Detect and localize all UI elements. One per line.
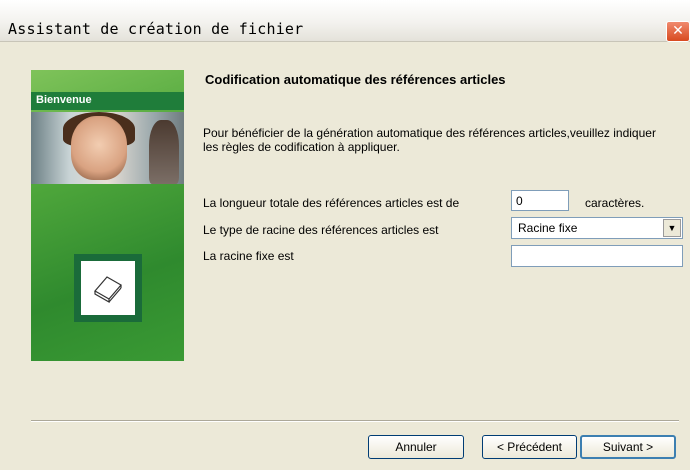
root-type-label: Le type de racine des références article… (203, 223, 439, 237)
page-description: Pour bénéficier de la génération automat… (203, 126, 656, 154)
next-button[interactable]: Suivant > (580, 435, 676, 459)
previous-button[interactable]: < Précédent (482, 435, 577, 459)
welcome-label: Bienvenue (36, 94, 92, 106)
title-bar: Assistant de création de fichier ✕ (0, 0, 690, 42)
length-unit: caractères. (585, 196, 645, 210)
length-label: La longueur totale des références articl… (203, 196, 460, 210)
document-icon (94, 276, 122, 303)
root-type-select[interactable]: Racine fixe ▼ (511, 217, 683, 239)
close-icon: ✕ (672, 23, 684, 39)
welcome-label-bar: Bienvenue (31, 92, 184, 110)
root-type-value: Racine fixe (518, 221, 578, 235)
document-icon-frame (74, 254, 142, 322)
fixed-root-input[interactable] (511, 245, 683, 267)
cancel-button[interactable]: Annuler (368, 435, 464, 459)
page-heading: Codification automatique des références … (205, 72, 506, 87)
window-title: Assistant de création de fichier (8, 20, 304, 38)
welcome-side-panel: Bienvenue (31, 70, 184, 361)
fixed-root-label: La racine fixe est (203, 249, 294, 263)
woman-photo (31, 112, 184, 184)
close-button[interactable]: ✕ (666, 21, 690, 42)
length-input[interactable] (511, 190, 569, 211)
man-silhouette (149, 120, 179, 184)
footer-separator (31, 420, 679, 422)
woman-face (71, 116, 127, 180)
dropdown-arrow-icon[interactable]: ▼ (663, 219, 681, 237)
